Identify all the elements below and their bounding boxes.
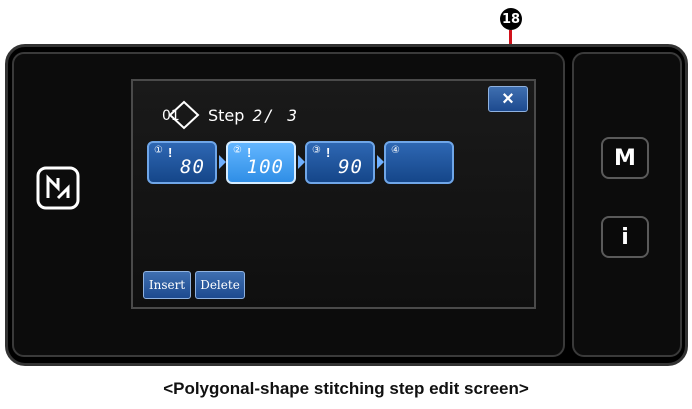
step-number: ① (154, 145, 163, 156)
step-label: Step (208, 105, 245, 125)
side-button-panel (572, 52, 682, 357)
step-value: 90 (338, 156, 363, 178)
information-button[interactable]: i (601, 216, 649, 258)
close-button[interactable]: × (488, 86, 528, 112)
step-button-3[interactable]: ③ ! 90 (305, 141, 375, 184)
step-value: 80 (180, 156, 205, 178)
insert-button[interactable]: Insert (143, 271, 191, 299)
step-button-1[interactable]: ① ! 80 (147, 141, 217, 184)
figure-caption: <Polygonal-shape stitching step edit scr… (163, 379, 529, 398)
step-icon-text: 01 (162, 108, 180, 124)
nfc-icon (36, 166, 80, 210)
step-arrow-icon (298, 155, 305, 169)
step-arrow-icon (219, 155, 226, 169)
step-count: 2/ 3 (252, 105, 299, 125)
needle-icon: ! (168, 145, 173, 160)
step-number: ② (233, 145, 242, 156)
step-value: 100 (246, 156, 284, 178)
callout-number: 18 (500, 8, 522, 30)
step-button-2[interactable]: ② ! 100 (226, 141, 296, 184)
step-diamond-icon: 01 (162, 100, 200, 130)
step-number: ③ (312, 145, 321, 156)
step-button-4[interactable]: ④ (384, 141, 454, 184)
delete-button[interactable]: Delete (195, 271, 245, 299)
mode-button[interactable]: M (601, 137, 649, 179)
step-number: ④ (391, 145, 400, 156)
step-header: 01 Step 2/ 3 (162, 99, 299, 131)
needle-icon: ! (326, 145, 331, 160)
step-arrow-icon (377, 155, 384, 169)
